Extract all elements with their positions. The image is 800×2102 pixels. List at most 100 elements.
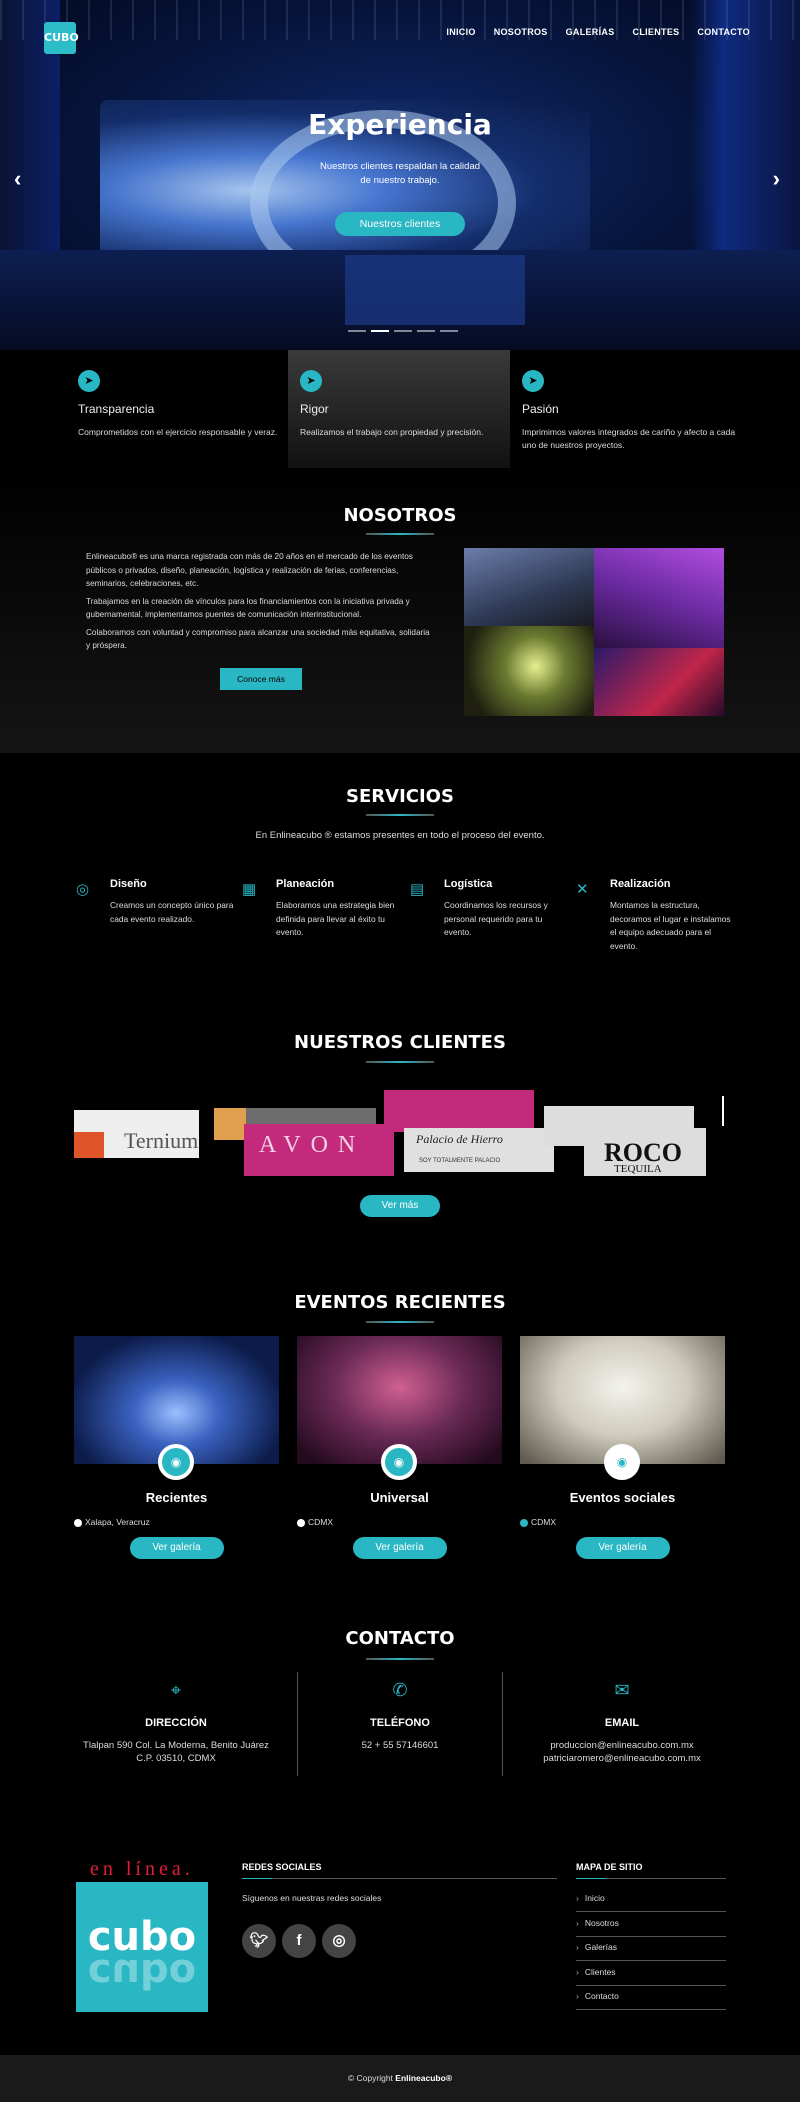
logo-ternium-mark xyxy=(74,1132,104,1158)
servicio-title: Planeación xyxy=(276,878,335,890)
event-location-text: CDMX xyxy=(308,1517,334,1527)
facebook-icon[interactable]: f xyxy=(282,1924,316,1958)
photo-red-stage xyxy=(594,648,724,716)
hero-text: Nuestros clientes respaldan la calidad d… xyxy=(320,161,481,186)
ver-galeria-button[interactable]: Ver galería xyxy=(352,1537,447,1559)
event-card-recientes: ◉ Recientes Xalapa, Veracruz Ver galería xyxy=(74,1336,279,1559)
servicios-title: SERVICIOS xyxy=(346,786,454,807)
logo-palacio-subtext: SOY TOTALMENTE PALACIO xyxy=(419,1158,501,1164)
servicio-diseno: ◎ Diseño Creamos un concepto único para … xyxy=(76,878,236,926)
servicio-text: Creamos un concepto único para cada even… xyxy=(110,900,234,924)
slider-dot-active[interactable] xyxy=(371,330,389,332)
camera-icon[interactable]: ◉ xyxy=(604,1444,640,1480)
client-logos-carousel: Ternium AVON Palacio de Hierro SOY TOTAL… xyxy=(74,1088,734,1178)
hero-title: Experiencia xyxy=(308,108,492,141)
contact-direccion: ⌖ DIRECCIÓN Tlalpan 590 Col. La Moderna,… xyxy=(76,1680,276,1765)
nosotros-text: Enlineacubo® es una marca registrada con… xyxy=(86,550,431,657)
logo-avon-text: AVON xyxy=(259,1132,366,1158)
servicios-intro: En Enlineacubo ® estamos presentes en to… xyxy=(255,830,545,841)
hero-button[interactable]: Nuestros clientes xyxy=(335,212,465,236)
navigation-arrow-icon: ➤ xyxy=(300,370,322,392)
contacto-title: CONTACTO xyxy=(345,1628,455,1649)
feature-transparencia: ➤ Transparencia Comprometidos con el eje… xyxy=(78,350,300,468)
slider-dot[interactable] xyxy=(417,330,435,332)
photo-crowd xyxy=(464,548,594,626)
contact-telefono: ✆ TELÉFONO 52 + 55 57146601 xyxy=(300,1680,500,1752)
slider-dot[interactable] xyxy=(394,330,412,332)
chevron-left-icon[interactable]: ‹ xyxy=(14,166,21,192)
servicio-realizacion: ✕ Realización Montamos la estructura, de… xyxy=(576,878,736,953)
redes-title: REDES SOCIALES xyxy=(242,1862,322,1872)
logo-avon-bg-2 xyxy=(384,1090,534,1132)
navigation-arrow-icon: ➤ xyxy=(78,370,100,392)
contact-divider xyxy=(297,1672,298,1776)
ver-mas-button[interactable]: Ver más xyxy=(360,1195,440,1217)
event-location: CDMX xyxy=(520,1517,725,1527)
copyright-brand: Enlineacubo® xyxy=(395,2073,453,2083)
chart-circle-icon: ◎ xyxy=(76,881,90,898)
contact-divider xyxy=(502,1672,503,1776)
slider-dot[interactable] xyxy=(440,330,458,332)
event-location-text: CDMX xyxy=(531,1517,557,1527)
camera-icon[interactable]: ◉ xyxy=(381,1444,417,1480)
nosotros-paragraph: Colaboramos con voluntad y compromiso pa… xyxy=(86,627,430,651)
servicio-text: Montamos la estructura, decoramos el lug… xyxy=(610,900,731,951)
slider-dots xyxy=(348,330,458,332)
logo-divider xyxy=(722,1096,724,1126)
sitemap-inicio[interactable]: Inicio xyxy=(576,1893,726,1912)
event-card-universal: ◉ Universal CDMX Ver galería xyxy=(297,1336,502,1559)
header-logo[interactable]: CUBO xyxy=(44,22,79,54)
feature-title: Transparencia xyxy=(78,402,155,416)
event-title: Eventos sociales xyxy=(569,1490,676,1505)
feature-text: Comprometidos con el ejercicio responsab… xyxy=(78,427,278,437)
nosotros-paragraph: Trabajamos en la creación de vínculos pa… xyxy=(86,596,410,620)
nav-contacto[interactable]: CONTACTO xyxy=(697,27,750,37)
main-nav: INICIO NOSOTROS GALERÍAS CLIENTES CONTAC… xyxy=(446,27,750,37)
location-pin-icon: ⌖ xyxy=(170,1680,182,1700)
logo-ternium-text: Ternium xyxy=(124,1128,199,1153)
nav-nosotros[interactable]: NOSOTROS xyxy=(494,27,548,37)
phone-icon: ✆ xyxy=(392,1680,408,1700)
servicio-title: Diseño xyxy=(110,878,147,890)
nav-inicio[interactable]: INICIO xyxy=(446,27,475,37)
event-location: CDMX xyxy=(297,1517,502,1527)
ver-galeria-button[interactable]: Ver galería xyxy=(129,1537,224,1559)
title-underline xyxy=(366,1321,434,1323)
footer-logo[interactable]: cubo cubo xyxy=(76,1882,208,2012)
contact-email: ✉ EMAIL produccion@enlineacubo.com.mx pa… xyxy=(522,1680,722,1765)
footer-brand-tagline: en línea. xyxy=(90,1858,194,1880)
nav-clientes[interactable]: CLIENTES xyxy=(633,27,680,37)
feature-text: Imprimimos valores integrados de cariño … xyxy=(522,427,736,450)
feature-text: Realizamos el trabajo con propiedad y pr… xyxy=(300,427,484,437)
contact-value[interactable]: produccion@enlineacubo.com.mx xyxy=(522,1739,722,1752)
nav-galerias[interactable]: GALERÍAS xyxy=(566,27,615,37)
nosotros-title: NOSOTROS xyxy=(343,505,457,526)
chevron-right-icon[interactable]: › xyxy=(773,166,780,192)
contact-value[interactable]: patriciaromero@enlineacubo.com.mx xyxy=(522,1752,722,1765)
ver-galeria-button[interactable]: Ver galería xyxy=(575,1537,670,1559)
twitter-icon[interactable]: 🐦︎ xyxy=(242,1924,276,1958)
copyright-prefix: © Copyright xyxy=(347,2073,396,2083)
contact-value[interactable]: 52 + 55 57146601 xyxy=(300,1739,500,1752)
logo-roco-subtext: TEQUILA xyxy=(614,1163,662,1175)
location-pin-icon xyxy=(297,1518,305,1527)
sitemap-galerias[interactable]: Galerías xyxy=(576,1942,726,1961)
contact-value: Tlalpan 590 Col. La Moderna, Benito Juár… xyxy=(83,1740,269,1751)
conoce-mas-button[interactable]: Conoce más xyxy=(220,668,302,690)
sitemap-contacto[interactable]: Contacto xyxy=(576,1991,726,2010)
instagram-icon[interactable]: ◎ xyxy=(322,1924,356,1958)
logo-palacio-text: Palacio de Hierro xyxy=(416,1132,503,1146)
slider-dot[interactable] xyxy=(348,330,366,332)
feature-rigor: ➤ Rigor Realizamos el trabajo con propie… xyxy=(288,350,510,468)
title-underline xyxy=(366,1061,434,1063)
sitemap-clientes[interactable]: Clientes xyxy=(576,1967,726,1986)
camera-icon[interactable]: ◉ xyxy=(158,1444,194,1480)
location-pin-icon xyxy=(74,1518,82,1527)
redes-underline xyxy=(242,1878,557,1879)
event-title: Universal xyxy=(370,1490,429,1505)
event-location-text: Xalapa, Veracruz xyxy=(85,1517,150,1527)
footer-logo-reflection: cubo xyxy=(87,1950,197,1996)
copyright-bar: © Copyright Enlineacubo® xyxy=(0,2055,800,2102)
event-title: Recientes xyxy=(145,1490,208,1505)
sitemap-nosotros[interactable]: Nosotros xyxy=(576,1918,726,1937)
